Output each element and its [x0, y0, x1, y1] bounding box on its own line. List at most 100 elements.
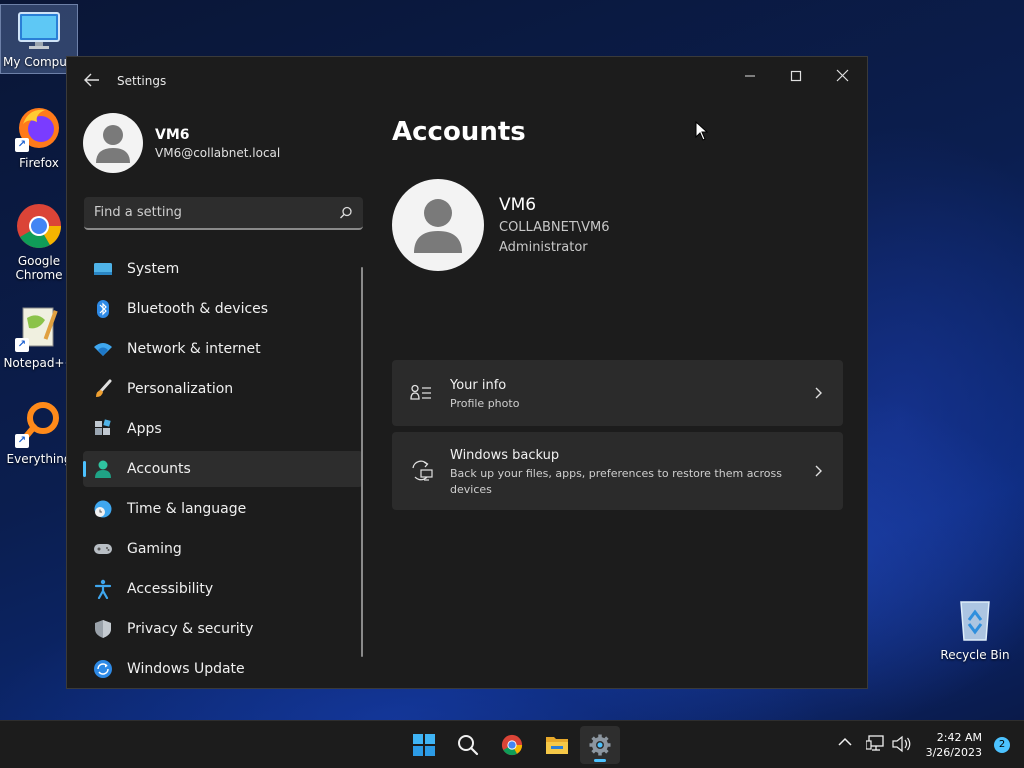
- card-title: Windows backup: [450, 448, 560, 463]
- card-subtitle: Back up your files, apps, preferences to…: [450, 467, 782, 496]
- accessibility-icon: [94, 579, 112, 599]
- nav-item-network[interactable]: Network & internet: [83, 331, 363, 367]
- file-explorer-icon: [546, 737, 568, 754]
- network-icon[interactable]: [866, 735, 886, 753]
- taskbar-clock[interactable]: 2:42 AM 3/26/2023: [926, 730, 982, 760]
- settings-gear-icon: [589, 734, 611, 756]
- nav-item-privacy-security[interactable]: Privacy & security: [83, 611, 363, 647]
- nav-item-system[interactable]: System: [83, 251, 363, 287]
- shortcut-arrow-icon: ↗: [15, 138, 29, 152]
- globe-clock-icon: [94, 500, 112, 518]
- window-title: Settings: [117, 74, 167, 88]
- nav-label: Apps: [127, 421, 162, 437]
- your-info-card[interactable]: Your info Profile photo: [392, 360, 843, 426]
- close-icon: [836, 69, 849, 82]
- desktop-icon-label: My Computer: [3, 55, 69, 69]
- monitor-icon: [17, 11, 61, 51]
- desktop-icon-notepadpp[interactable]: ↗ Notepad++: [2, 304, 76, 370]
- shortcut-arrow-icon: ↗: [15, 338, 29, 352]
- bluetooth-icon: [97, 300, 109, 318]
- nav-label: Privacy & security: [127, 621, 254, 637]
- desktop-icon-label: Recycle Bin: [940, 648, 1010, 662]
- close-button[interactable]: [821, 61, 867, 93]
- settings-window: Settings VM6 VM6@collabnet.local Find a …: [66, 56, 868, 689]
- taskbar-chrome-button[interactable]: [492, 726, 532, 764]
- nav-item-apps[interactable]: Apps: [83, 411, 363, 447]
- brush-icon: [96, 379, 112, 397]
- maximize-button[interactable]: [775, 61, 821, 93]
- volume-icon[interactable]: [892, 735, 912, 753]
- nav-label: Gaming: [127, 541, 182, 557]
- notification-badge[interactable]: 2: [994, 737, 1010, 753]
- desktop-icon-everything[interactable]: ↗ Everything: [2, 400, 76, 466]
- nav-item-windows-update[interactable]: Windows Update: [83, 651, 363, 687]
- nav-label: Time & language: [127, 501, 247, 517]
- user-silhouette-icon: [414, 199, 462, 253]
- desktop-icon-label: Google Chrome: [15, 254, 63, 282]
- search-box: [84, 197, 363, 230]
- taskbar-settings-button[interactable]: [580, 726, 620, 764]
- search-icon[interactable]: [339, 206, 353, 220]
- desktop-icon-label: Notepad++: [3, 356, 75, 370]
- shortcut-arrow-icon: ↗: [15, 434, 29, 448]
- nav-label: Personalization: [127, 381, 234, 397]
- card-subtitle: Profile photo: [450, 397, 520, 410]
- taskbar: 2:42 AM 3/26/2023 2: [0, 720, 1024, 768]
- nav-item-accessibility[interactable]: Accessibility: [83, 571, 363, 607]
- user-silhouette-icon: [96, 125, 130, 163]
- desktop-icon-recycle-bin[interactable]: Recycle Bin: [938, 596, 1012, 662]
- desktop-icon-chrome[interactable]: Google Chrome: [2, 202, 76, 282]
- nav-item-personalization[interactable]: Personalization: [83, 371, 363, 407]
- search-input[interactable]: [84, 197, 324, 228]
- account-name: VM6: [499, 195, 537, 215]
- nav-item-accounts[interactable]: Accounts: [83, 451, 363, 487]
- nav-label: Accessibility: [127, 581, 214, 597]
- person-details-icon: [410, 384, 431, 400]
- profile-name: VM6: [155, 127, 190, 143]
- mouse-cursor-icon: [695, 121, 709, 141]
- windows-backup-card[interactable]: Windows backup Back up your files, apps,…: [392, 432, 843, 510]
- clock-date: 3/26/2023: [925, 746, 982, 759]
- nav-item-gaming[interactable]: Gaming: [83, 531, 363, 567]
- taskbar-search-button[interactable]: [448, 726, 488, 764]
- nav-label: Windows Update: [127, 661, 245, 677]
- shield-icon: [95, 620, 111, 638]
- desktop-icon-firefox[interactable]: ↗ Firefox: [2, 104, 76, 170]
- nav-scrollbar[interactable]: [361, 267, 363, 657]
- nav-label: Bluetooth & devices: [127, 301, 269, 317]
- nav-item-bluetooth[interactable]: Bluetooth & devices: [83, 291, 363, 327]
- firefox-icon: ↗: [15, 104, 63, 152]
- maximize-icon: [790, 70, 802, 82]
- avatar: [83, 113, 143, 173]
- recycle-bin-icon: [951, 596, 999, 644]
- profile-card[interactable]: VM6 VM6@collabnet.local: [83, 113, 363, 177]
- wifi-icon: [94, 343, 112, 356]
- chevron-up-icon[interactable]: [838, 735, 852, 749]
- nav-label: System: [127, 261, 180, 277]
- account-summary: VM6 COLLABNET\VM6 Administrator: [392, 179, 844, 275]
- chrome-icon: [501, 734, 523, 756]
- start-icon: [413, 734, 435, 756]
- taskbar-file-explorer-button[interactable]: [536, 726, 576, 764]
- notepadpp-icon: ↗: [15, 304, 63, 352]
- start-button[interactable]: [404, 726, 444, 764]
- apps-icon: [95, 419, 111, 435]
- chrome-icon: [15, 202, 63, 250]
- minimize-button[interactable]: [729, 61, 775, 93]
- system-icon: [94, 263, 112, 275]
- desktop-icon-label: Everything: [6, 452, 72, 466]
- nav-item-time-language[interactable]: Time & language: [83, 491, 363, 527]
- account-role: Administrator: [499, 240, 588, 255]
- search-icon: [458, 735, 479, 756]
- minimize-icon: [745, 75, 755, 77]
- backup-sync-icon: [412, 460, 433, 481]
- page-title: Accounts: [392, 117, 526, 147]
- profile-email: VM6@collabnet.local: [155, 146, 281, 160]
- person-icon: [95, 460, 111, 478]
- back-arrow-icon[interactable]: [83, 71, 103, 91]
- chevron-right-icon: [815, 465, 822, 477]
- update-icon: [94, 660, 112, 678]
- card-title: Your info: [450, 378, 507, 393]
- account-domain: COLLABNET\VM6: [499, 220, 610, 235]
- avatar: [392, 179, 484, 271]
